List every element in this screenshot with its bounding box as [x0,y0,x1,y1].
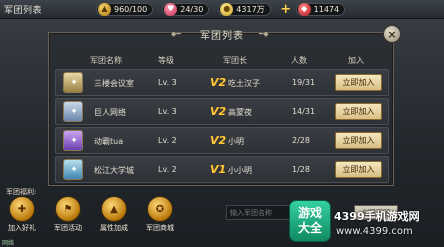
watermark-logo: 游戏 大全 [290,201,330,241]
welfare-label: 军团商城 [146,224,174,232]
vip-badge: V2 [210,134,227,147]
watermark-logo-line2: 大全 [297,221,322,235]
column-header-leader: 军团长 [223,56,247,65]
legion-name: 松江大学城 [94,166,134,175]
watermark-logo-line1: 游戏 [297,206,322,220]
coin-icon: ● [220,2,234,16]
add-resource-button[interactable]: + [280,3,292,16]
legion-leader: 高蒙夜 [228,108,252,117]
column-header-join: 加入 [348,56,364,65]
vip-badge: V2 [210,105,227,118]
gift-icon: ✚ [9,196,35,222]
join-button[interactable]: 立即加入 [335,74,382,91]
resource-stamina[interactable]: ♥ 24/30 [162,2,210,16]
legion-name: 巨人网络 [94,108,126,117]
legion-emblem-icon: ✦ [63,101,83,122]
column-header-name: 军团名称 [90,56,122,65]
legion-name: 动霸tua [94,137,124,146]
member-count: 19/31 [292,78,316,87]
legion-level: Lv. 2 [158,136,177,145]
network-status: 网络 [2,240,15,247]
member-count: 1/28 [292,165,310,174]
legion-level: Lv. 3 [158,78,177,87]
legion-search-input[interactable] [226,205,292,220]
column-header-count: 人数 [291,56,307,65]
table-row: ✦ 巨人网络 Lv. 3 V2 高蒙夜 14/31 立即加入 [55,98,389,125]
table-row: ✦ 动霸tua Lv. 2 V2 小明 2/28 立即加入 [55,127,389,154]
welfare-label: 加入好礼 [8,224,36,232]
welfare-attribute[interactable]: ▲ 属性加成 [96,196,132,234]
join-button[interactable]: 立即加入 [335,103,382,120]
resource-wood[interactable]: ▲ 960/100 [96,2,154,16]
legion-level: Lv. 3 [158,107,177,116]
watermark-url: www.4399.com [336,226,413,237]
member-count: 2/28 [292,136,310,145]
close-button[interactable]: × [383,25,401,43]
welfare-activity[interactable]: ⚑ 军团活动 [50,196,86,234]
legion-list-panel: ◆━ 军团列表 ━◆ × 军团名称 等级 军团长 人数 加入 ✦ 三楼会议室 L… [48,25,401,186]
legion-emblem-icon: ✦ [63,72,83,93]
legion-leader: 小明 [228,137,244,146]
table-header: 军团名称 等级 军团长 人数 加入 [51,53,391,67]
activity-icon: ⚑ [55,196,81,222]
panel-title: 军团列表 [200,31,244,42]
resource-wood-value: 960/100 [114,4,148,14]
member-count: 14/31 [292,107,316,116]
legion-emblem-icon: ✦ [63,159,83,180]
join-button[interactable]: 立即加入 [335,132,382,149]
welfare-label: 属性加成 [100,224,128,232]
resource-coin[interactable]: ● 4317万 [218,2,271,16]
vip-badge: V2 [210,76,227,89]
table-row: ✦ 松江大学城 Lv. 2 V1 小小明 1/28 立即加入 [55,156,389,183]
legion-leader: 吃土汉子 [228,79,260,88]
resource-stamina-value: 24/30 [180,4,204,14]
legion-level: Lv. 2 [158,165,177,174]
legion-name: 三楼会议室 [94,79,134,88]
column-header-level: 等级 [158,56,174,65]
wood-icon: ▲ [98,2,111,16]
vip-badge: V1 [210,163,227,176]
gem-icon: ◆ [297,2,311,16]
title-ornament-right-icon: ━◆ [259,30,269,38]
attribute-icon: ▲ [101,196,127,222]
legion-leader: 小小明 [228,166,252,175]
resource-gem[interactable]: ◆ 11474 [295,2,346,16]
title-ornament-left-icon: ◆━ [171,30,181,38]
watermark-text: 4399手机游戏网 [334,210,420,223]
welfare-label: 军团活动 [54,224,82,232]
join-button[interactable]: 立即加入 [335,161,382,178]
welfare-shop[interactable]: ✪ 军团商城 [142,196,178,234]
shop-icon: ✪ [147,196,173,222]
window-title: 军团列表 [4,5,43,16]
resource-gem-value: 11474 [313,4,340,14]
resource-coin-value: 4317万 [236,4,265,14]
welfare-join-gift[interactable]: ✚ 加入好礼 [4,196,40,234]
top-bar: 军团列表 ▲ 960/100 ♥ 24/30 ● 4317万 + ◆ 11474 [0,0,444,19]
table-row: ✦ 三楼会议室 Lv. 3 V2 吃土汉子 19/31 立即加入 [55,69,389,96]
legion-emblem-icon: ✦ [63,130,83,151]
panel-header: ◆━ 军团列表 ━◆ [169,27,275,43]
heart-icon: ♥ [164,2,178,16]
